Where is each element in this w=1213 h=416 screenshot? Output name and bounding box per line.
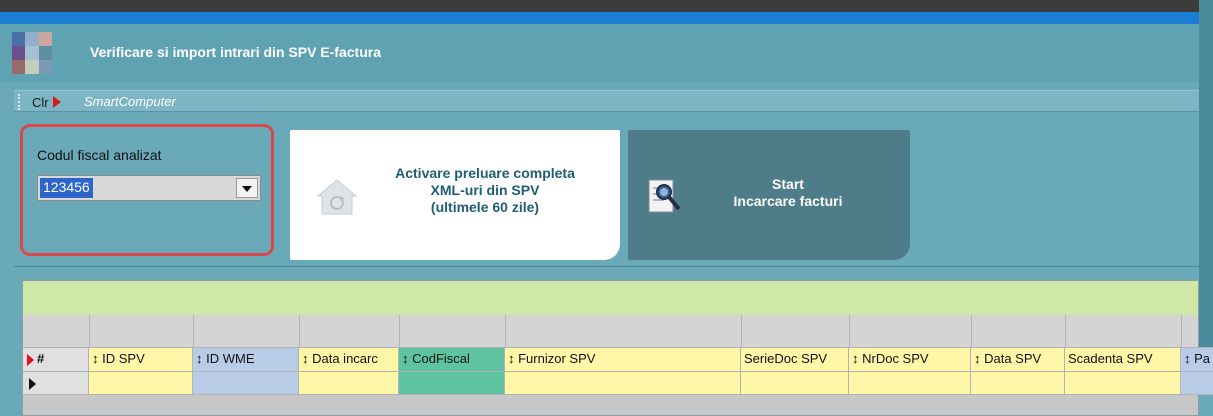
grid-cell[interactable] bbox=[741, 371, 849, 395]
chevron-down-icon bbox=[242, 186, 252, 192]
fiscal-code-select[interactable]: 123456 bbox=[37, 175, 261, 201]
house-refresh-icon bbox=[316, 179, 358, 215]
current-row-arrow-icon bbox=[27, 354, 34, 366]
column-header[interactable]: ↕ Data SPV bbox=[971, 347, 1065, 371]
row-pointer-icon bbox=[29, 378, 36, 390]
dropdown-button[interactable] bbox=[236, 178, 258, 198]
breadcrumb: Clr SmartComputer bbox=[14, 90, 1199, 112]
activate-line-3: (ultimele 60 zile) bbox=[430, 199, 540, 215]
fiscal-code-label: Codul fiscal analizat bbox=[37, 147, 162, 163]
grid-cell[interactable] bbox=[1065, 371, 1181, 395]
column-header[interactable]: ↕ ID SPV bbox=[89, 347, 193, 371]
grid-cell[interactable] bbox=[193, 371, 299, 395]
column-header[interactable]: SerieDoc SPV bbox=[741, 347, 849, 371]
fiscal-code-panel: Codul fiscal analizat 123456 bbox=[20, 124, 274, 256]
document-search-icon bbox=[648, 179, 681, 213]
invoices-grid[interactable]: # ↕ ID SPV ↕ ID WME ↕ Data incarc ↕ CodFisc… bbox=[22, 280, 1213, 416]
toolbar-grip[interactable] bbox=[18, 94, 21, 110]
breadcrumb-item-smartcomputer[interactable]: SmartComputer bbox=[84, 94, 176, 109]
window-title: Verificare si import intrari din SPV E-f… bbox=[90, 44, 381, 60]
activate-button-label: Activare preluare completa XML-uri din S… bbox=[360, 165, 610, 216]
column-header[interactable]: ↕ ID WME bbox=[193, 347, 299, 371]
right-frame-edge bbox=[1199, 0, 1213, 392]
column-header[interactable]: ↕ Furnizor SPV bbox=[505, 347, 741, 371]
activate-full-import-button[interactable]: Activare preluare completa XML-uri din S… bbox=[290, 130, 620, 260]
clear-button[interactable]: Clr bbox=[32, 95, 49, 110]
start-button-label: Start Incarcare facturi bbox=[688, 176, 888, 210]
grid-cell[interactable] bbox=[89, 371, 193, 395]
row-number-header: # bbox=[37, 351, 45, 366]
grid-cell[interactable] bbox=[1181, 371, 1213, 395]
start-load-invoices-button[interactable]: Start Incarcare facturi bbox=[628, 130, 910, 260]
column-header[interactable]: ↕ Pa bbox=[1181, 347, 1213, 371]
breadcrumb-arrow-icon bbox=[53, 96, 61, 108]
grid-group-panel bbox=[23, 281, 1198, 315]
start-line-2: Incarcare facturi bbox=[733, 193, 843, 209]
column-header[interactable]: Scadenta SPV bbox=[1065, 347, 1181, 371]
row-indicator-header: # bbox=[23, 347, 89, 371]
grid-cell[interactable] bbox=[505, 371, 741, 395]
app-window: Verificare si import intrari din SPV E-f… bbox=[0, 0, 1213, 416]
column-header[interactable]: ↕ CodFiscal bbox=[399, 347, 505, 371]
title-bar: Verificare si import intrari din SPV E-f… bbox=[0, 24, 1213, 82]
os-top-bar bbox=[0, 0, 1213, 12]
fiscal-code-value[interactable]: 123456 bbox=[40, 178, 93, 198]
activate-line-2: XML-uri din SPV bbox=[430, 182, 540, 198]
window-accent-bar bbox=[0, 12, 1213, 24]
column-header[interactable]: ↕ Data incarc bbox=[299, 347, 399, 371]
grid-cell[interactable] bbox=[971, 371, 1065, 395]
grid-cell[interactable] bbox=[849, 371, 971, 395]
grid-cell[interactable] bbox=[299, 371, 399, 395]
app-mosaic-icon bbox=[12, 32, 52, 74]
start-line-1: Start bbox=[772, 176, 804, 192]
grid-cell[interactable] bbox=[399, 371, 505, 395]
row-indicator-cell[interactable] bbox=[23, 371, 89, 395]
column-header[interactable]: ↕ NrDoc SPV bbox=[849, 347, 971, 371]
activate-line-1: Activare preluare completa bbox=[395, 165, 575, 181]
section-divider bbox=[14, 266, 1199, 267]
